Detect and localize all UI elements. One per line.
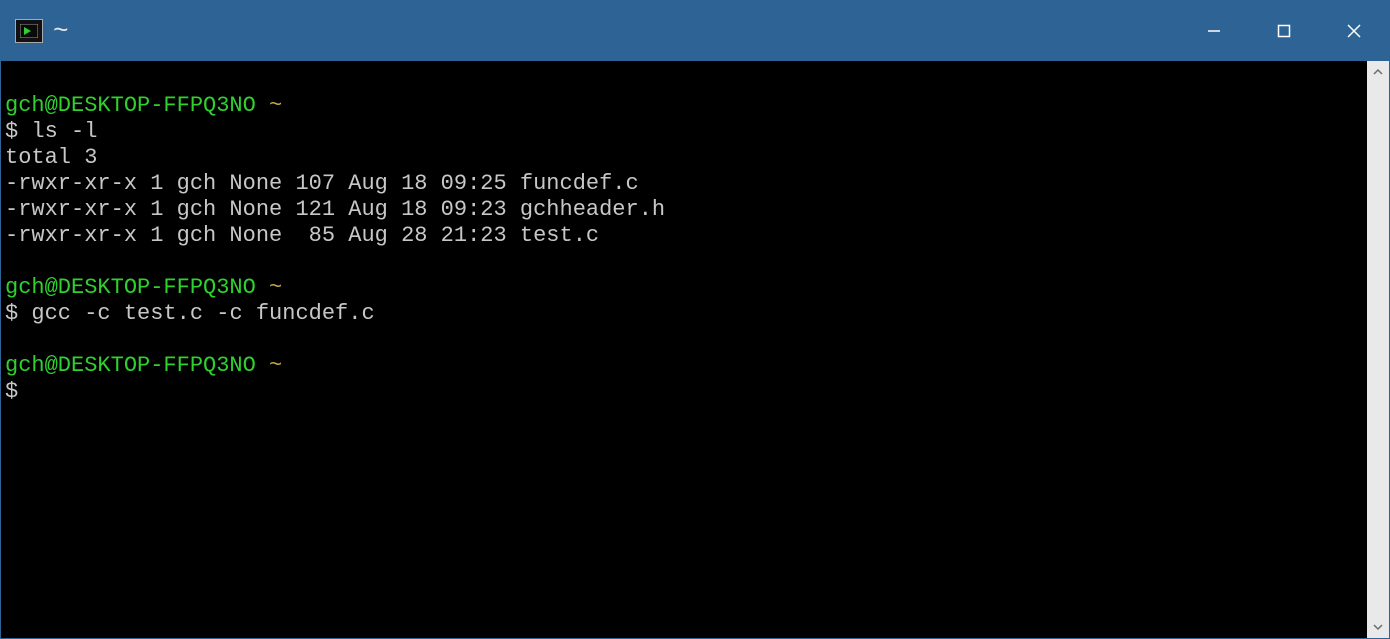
command-text: gcc -c test.c -c funcdef.c (31, 301, 374, 326)
prompt-host: gch@DESKTOP-FFPQ3NO (5, 353, 256, 378)
scroll-up-icon[interactable] (1367, 61, 1389, 83)
client-area: gch@DESKTOP-FFPQ3NO ~ $ ls -l total 3 -r… (1, 61, 1389, 638)
window-controls (1179, 1, 1389, 61)
prompt-path: ~ (269, 275, 282, 300)
close-button[interactable] (1319, 1, 1389, 61)
titlebar[interactable]: ~ (1, 1, 1389, 61)
prompt-host: gch@DESKTOP-FFPQ3NO (5, 93, 256, 118)
command-text: ls -l (31, 119, 97, 144)
titlebar-left: ~ (1, 16, 1179, 46)
maximize-button[interactable] (1249, 1, 1319, 61)
minimize-button[interactable] (1179, 1, 1249, 61)
prompt-symbol: $ (5, 119, 18, 144)
vertical-scrollbar[interactable] (1367, 61, 1389, 638)
scroll-down-icon[interactable] (1367, 616, 1389, 638)
window-title: ~ (53, 16, 69, 46)
app-icon (15, 19, 43, 43)
prompt-symbol: $ (5, 379, 18, 404)
prompt-host: gch@DESKTOP-FFPQ3NO (5, 275, 256, 300)
prompt-path: ~ (269, 93, 282, 118)
terminal-window: ~ gch@DESKTOP-FFPQ3NO ~ $ ls -l total 3 … (0, 0, 1390, 639)
command-output: total 3 -rwxr-xr-x 1 gch None 107 Aug 18… (5, 145, 665, 248)
prompt-path: ~ (269, 353, 282, 378)
prompt-symbol: $ (5, 301, 18, 326)
terminal-output[interactable]: gch@DESKTOP-FFPQ3NO ~ $ ls -l total 3 -r… (1, 61, 1367, 638)
